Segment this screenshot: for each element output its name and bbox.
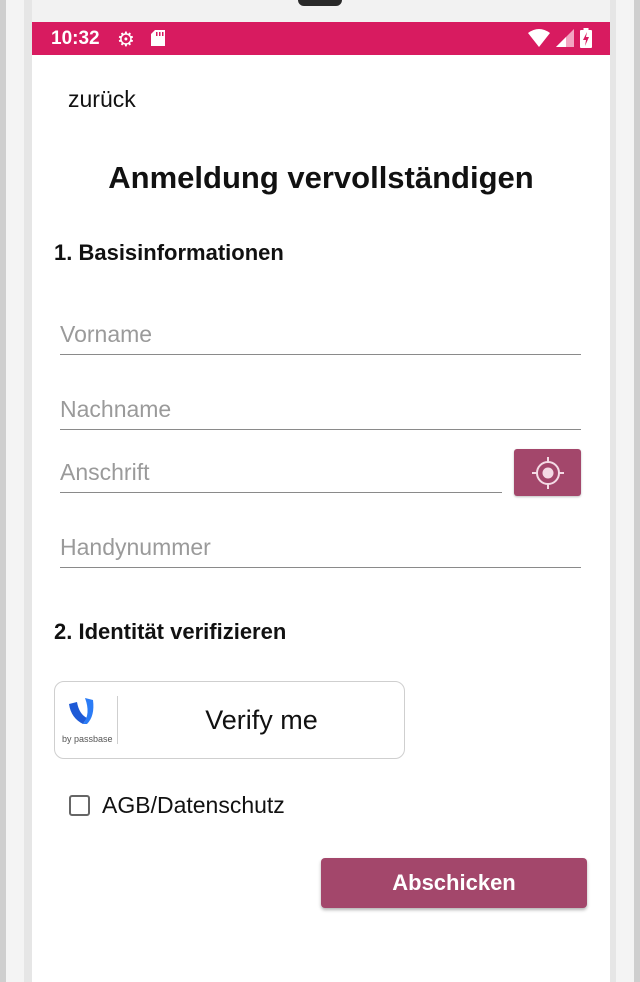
terms-checkbox[interactable]	[69, 794, 90, 816]
first-name-input[interactable]	[60, 321, 581, 355]
back-link[interactable]: zurück	[68, 86, 136, 113]
verify-divider	[117, 696, 118, 744]
section-basic-info-title: 1. Basisinformationen	[54, 240, 284, 265]
status-icons	[528, 28, 592, 48]
battery-charging-icon	[580, 28, 592, 48]
cellular-signal-icon	[556, 29, 574, 47]
status-time: 10:32	[51, 28, 100, 49]
verify-me-label: Verify me	[205, 705, 318, 735]
status-bar: 10:32 ⚙	[32, 22, 610, 55]
wifi-icon	[528, 29, 550, 47]
sd-card-icon	[151, 30, 165, 46]
locate-address-button[interactable]	[514, 449, 581, 496]
terms-label: AGB/Datenschutz	[102, 791, 285, 818]
last-name-input[interactable]	[60, 396, 581, 430]
device-frame-right	[610, 0, 640, 982]
gear-icon: ⚙	[117, 29, 135, 51]
passbase-provider-text: by passbase	[62, 734, 113, 744]
terms-checkbox-row[interactable]: AGB/Datenschutz	[69, 790, 285, 820]
address-input[interactable]	[60, 459, 502, 493]
passbase-shield-icon	[69, 698, 94, 724]
app-screen: 10:32 ⚙ zurück Anmeldung vervollständige…	[32, 22, 610, 982]
crosshair-location-icon	[531, 456, 564, 489]
section-identity-title: 2. Identität verifizieren	[54, 619, 287, 644]
phone-input[interactable]	[60, 534, 581, 568]
device-frame-left	[0, 0, 32, 982]
camera-notch	[298, 0, 342, 6]
verify-me-button[interactable]: by passbase Verify me	[54, 681, 405, 759]
page-title: Anmeldung vervollständigen	[108, 160, 534, 195]
submit-button[interactable]: Abschicken	[321, 858, 587, 908]
